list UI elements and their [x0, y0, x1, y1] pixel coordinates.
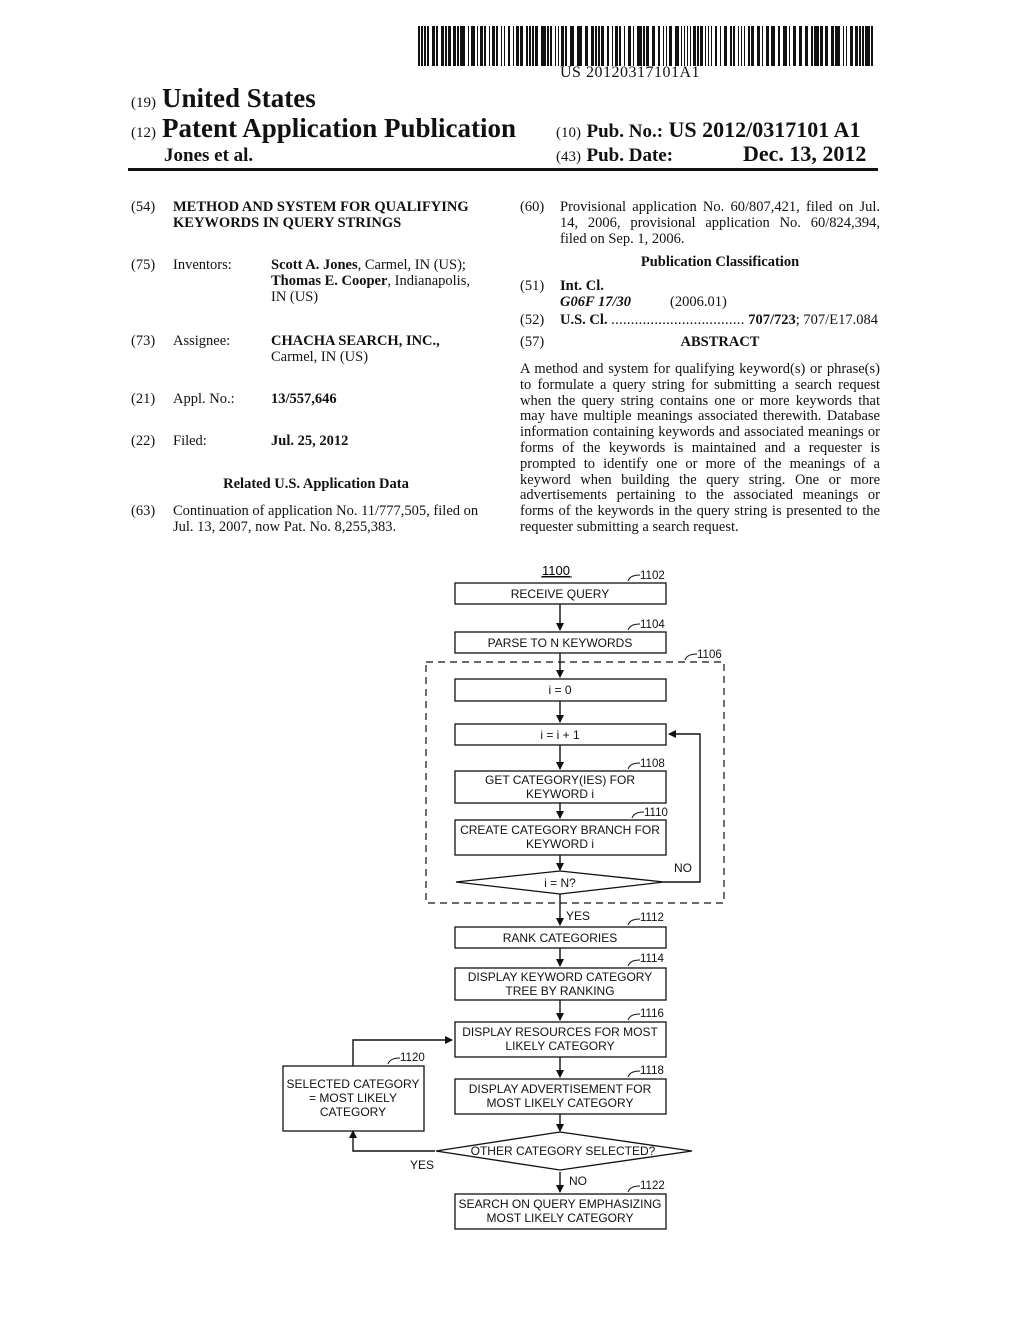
node-1110-label-1: CREATE CATEGORY BRANCH FOR	[460, 823, 660, 837]
ref-1118-leader	[627, 1070, 641, 1078]
node-1108-label-2: KEYWORD i	[526, 787, 594, 801]
arrow-dec1-no-loop	[664, 730, 701, 883]
node-1110-label-2: KEYWORD i	[526, 837, 594, 851]
ref-1120-leader	[387, 1057, 401, 1065]
ref-1118: 1118	[640, 1065, 664, 1077]
ref-1106-leader	[684, 653, 698, 661]
ref-1104-leader	[627, 623, 641, 631]
ref-1108: 1108	[640, 758, 665, 770]
flowchart-figure: 1100 RECEIVE QUERY PARSE TO N KEYWORDS i…	[282, 563, 725, 1230]
ref-1114-leader	[627, 959, 641, 967]
ref-1108-leader	[627, 762, 641, 770]
ref-1104: 1104	[640, 619, 665, 631]
node-1120-label-2: = MOST LIKELY	[309, 1091, 397, 1105]
ref-1102-leader	[627, 574, 641, 582]
ref-1114: 1114	[640, 953, 664, 965]
node-1118-label-1: DISPLAY ADVERTISEMENT FOR	[469, 1082, 652, 1096]
node-1108-label-1: GET CATEGORY(IES) FOR	[485, 773, 635, 787]
ref-1102: 1102	[640, 570, 665, 582]
node-1114-label-2: TREE BY RANKING	[505, 984, 614, 998]
ref-1112-leader	[627, 918, 641, 926]
ref-1106: 1106	[697, 649, 722, 661]
decision-2-label: OTHER CATEGORY SELECTED?	[471, 1144, 656, 1158]
figure-number: 1100	[542, 563, 570, 578]
node-1114-label-1: DISPLAY KEYWORD CATEGORY	[468, 970, 653, 984]
decision-1-label: i = N?	[544, 876, 576, 890]
ref-1122-leader	[627, 1185, 641, 1193]
node-1122-label-2: MOST LIKELY CATEGORY	[487, 1211, 634, 1225]
ref-1110-leader	[631, 811, 645, 819]
node-1104-label: PARSE TO N KEYWORDS	[488, 636, 633, 650]
ref-1122: 1122	[640, 1180, 665, 1192]
node-1120-label-3: CATEGORY	[320, 1105, 386, 1119]
decision-2-yes-label: YES	[410, 1158, 434, 1172]
ref-1120: 1120	[400, 1052, 425, 1064]
arrow-dec2-yes	[349, 1130, 435, 1152]
node-1116-label-2: LIKELY CATEGORY	[505, 1039, 614, 1053]
node-1102-label: RECEIVE QUERY	[511, 587, 609, 601]
ref-1116-leader	[627, 1013, 641, 1021]
node-1116-label-1: DISPLAY RESOURCES FOR MOST	[462, 1025, 658, 1039]
node-1120-label-1: SELECTED CATEGORY	[287, 1077, 420, 1091]
ref-1110: 1110	[644, 807, 668, 819]
node-1122-label-1: SEARCH ON QUERY EMPHASIZING	[459, 1197, 662, 1211]
decision-1-no-label: NO	[674, 861, 692, 875]
ref-1116: 1116	[640, 1008, 664, 1020]
node-i0-label: i = 0	[548, 683, 571, 697]
decision-1-yes-label: YES	[566, 909, 590, 923]
decision-2-no-label: NO	[569, 1174, 587, 1188]
node-1112-label: RANK CATEGORIES	[503, 931, 617, 945]
node-1118-label-2: MOST LIKELY CATEGORY	[487, 1096, 634, 1110]
ref-1112: 1112	[640, 912, 664, 924]
node-inc-label: i = i + 1	[540, 728, 580, 742]
